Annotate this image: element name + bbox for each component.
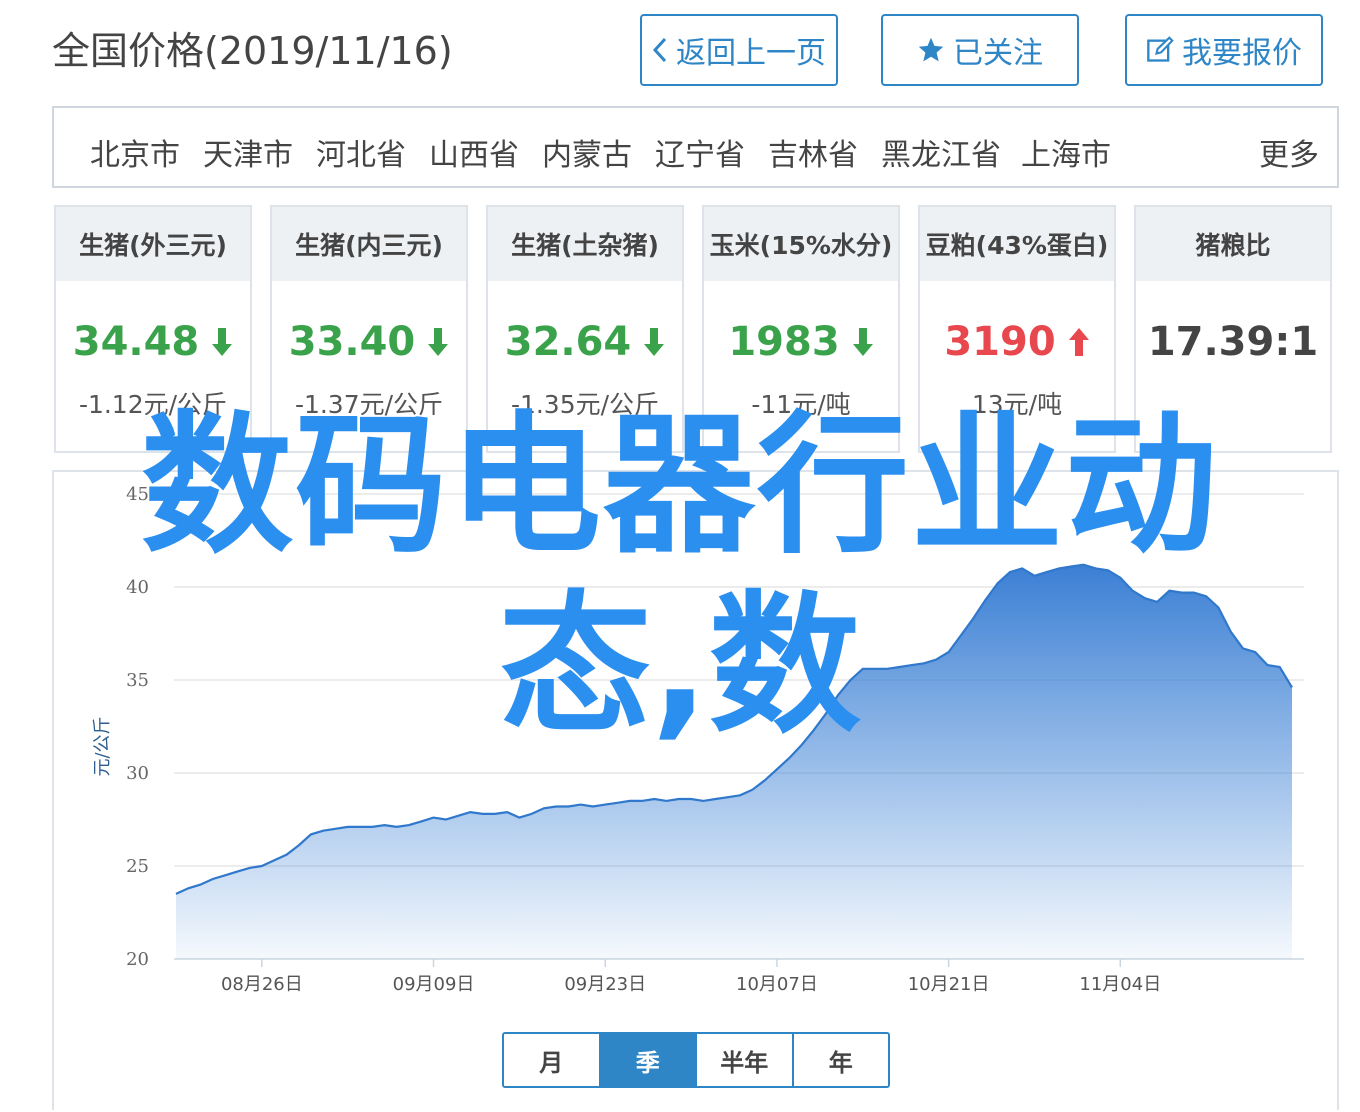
- area-fill: [176, 564, 1292, 959]
- card-title: 豆粕(43%蛋白): [920, 207, 1114, 281]
- card-change: -1.37元/公斤: [294, 390, 444, 419]
- y-tick-label: 45: [126, 484, 149, 505]
- edit-icon: [1146, 36, 1174, 64]
- x-tick-label: 09月09日: [393, 974, 475, 995]
- x-tick-label: 11月04日: [1079, 974, 1161, 995]
- region-item[interactable]: 辽宁省: [655, 130, 745, 174]
- y-tick-label: 35: [126, 670, 149, 691]
- arrow-down-icon: [643, 327, 665, 357]
- back-button[interactable]: 返回上一页: [640, 14, 838, 86]
- y-axis-label: 元/公斤: [92, 716, 113, 776]
- card-value-number: 1983: [728, 319, 840, 365]
- region-item[interactable]: 山西省: [429, 130, 519, 174]
- price-card[interactable]: 猪粮比 17.39:1: [1134, 205, 1332, 453]
- y-tick-label: 25: [126, 856, 149, 877]
- card-change: -1.35元/公斤: [510, 390, 660, 419]
- card-value-number: 34.48: [72, 319, 200, 365]
- card-value-number: 32.64: [504, 319, 632, 365]
- back-button-label: 返回上一页: [676, 36, 826, 71]
- region-item[interactable]: 黑龙江省: [881, 130, 1001, 174]
- region-item[interactable]: 河北省: [316, 130, 406, 174]
- card-value: 1983: [704, 319, 898, 365]
- period-halfyear-button[interactable]: 半年: [697, 1034, 794, 1086]
- period-month-button[interactable]: 月: [504, 1034, 601, 1086]
- y-tick-label: 40: [126, 577, 149, 598]
- card-value: 32.64: [488, 319, 682, 365]
- y-tick-label: 30: [126, 763, 149, 784]
- x-tick-label: 10月07日: [736, 974, 818, 995]
- card-title: 猪粮比: [1136, 207, 1330, 281]
- period-year-button[interactable]: 年: [793, 1034, 888, 1086]
- chevron-left-icon: [652, 37, 668, 63]
- page-title: 全国价格(2019/11/16): [52, 29, 453, 73]
- arrow-down-icon: [211, 327, 233, 357]
- period-selector: 月 季 半年 年: [502, 1032, 890, 1088]
- region-bar: 北京市 天津市 河北省 山西省 内蒙古 辽宁省 吉林省 黑龙江省 上海市 更多: [52, 106, 1339, 188]
- region-item[interactable]: 上海市: [1021, 130, 1111, 174]
- period-quarter-button[interactable]: 季: [600, 1034, 697, 1086]
- price-area-chart: 20 25 30 35 40 45 元/公斤 08月26日 09月09日 09月23日 10月07日…: [92, 484, 1304, 995]
- price-card[interactable]: 生猪(内三元) 33.40 -1.37元/公斤: [270, 205, 468, 453]
- price-card[interactable]: 玉米(15%水分) 1983 -11元/吨: [702, 205, 900, 453]
- price-card[interactable]: 生猪(土杂猪) 32.64 -1.35元/公斤: [486, 205, 684, 453]
- card-change: -11元/吨: [751, 390, 851, 419]
- card-change: 13元/吨: [971, 390, 1063, 419]
- arrow-down-icon: [852, 327, 874, 357]
- follow-button-label: 已关注: [953, 36, 1043, 71]
- y-tick-label: 20: [126, 949, 149, 970]
- card-value: 3190: [920, 319, 1114, 365]
- card-title: 生猪(内三元): [272, 207, 466, 281]
- card-value: 34.48: [56, 319, 250, 365]
- card-value-number: 3190: [944, 319, 1056, 365]
- region-item[interactable]: 北京市: [90, 130, 180, 174]
- follow-button[interactable]: 已关注: [881, 14, 1079, 86]
- x-tick-label: 09月23日: [564, 974, 646, 995]
- x-tick-label: 08月26日: [221, 974, 303, 995]
- card-value: 17.39:1: [1136, 319, 1330, 365]
- card-value-number: 33.40: [288, 319, 416, 365]
- card-title: 生猪(土杂猪): [488, 207, 682, 281]
- arrow-up-icon: [1068, 327, 1090, 357]
- region-item[interactable]: 吉林省: [768, 130, 858, 174]
- card-title: 生猪(外三元): [56, 207, 250, 281]
- price-card[interactable]: 生猪(外三元) 34.48 -1.12元/公斤: [54, 205, 252, 453]
- card-value-number: 17.39:1: [1147, 319, 1319, 365]
- price-chart-panel: 20 25 30 35 40 45 元/公斤 08月26日 09月09日 09月23日 10月07日…: [52, 470, 1339, 1110]
- report-price-button-label: 我要报价: [1182, 36, 1302, 71]
- region-item[interactable]: 天津市: [203, 130, 293, 174]
- price-card[interactable]: 豆粕(43%蛋白) 3190 13元/吨: [918, 205, 1116, 453]
- more-regions-link[interactable]: 更多: [1259, 130, 1319, 174]
- star-icon: [917, 36, 945, 64]
- report-price-button[interactable]: 我要报价: [1125, 14, 1323, 86]
- card-change: -1.12元/公斤: [78, 390, 228, 419]
- card-value: 33.40: [272, 319, 466, 365]
- x-tick-label: 10月21日: [908, 974, 990, 995]
- card-title: 玉米(15%水分): [704, 207, 898, 281]
- region-item[interactable]: 内蒙古: [542, 130, 632, 174]
- arrow-down-icon: [427, 327, 449, 357]
